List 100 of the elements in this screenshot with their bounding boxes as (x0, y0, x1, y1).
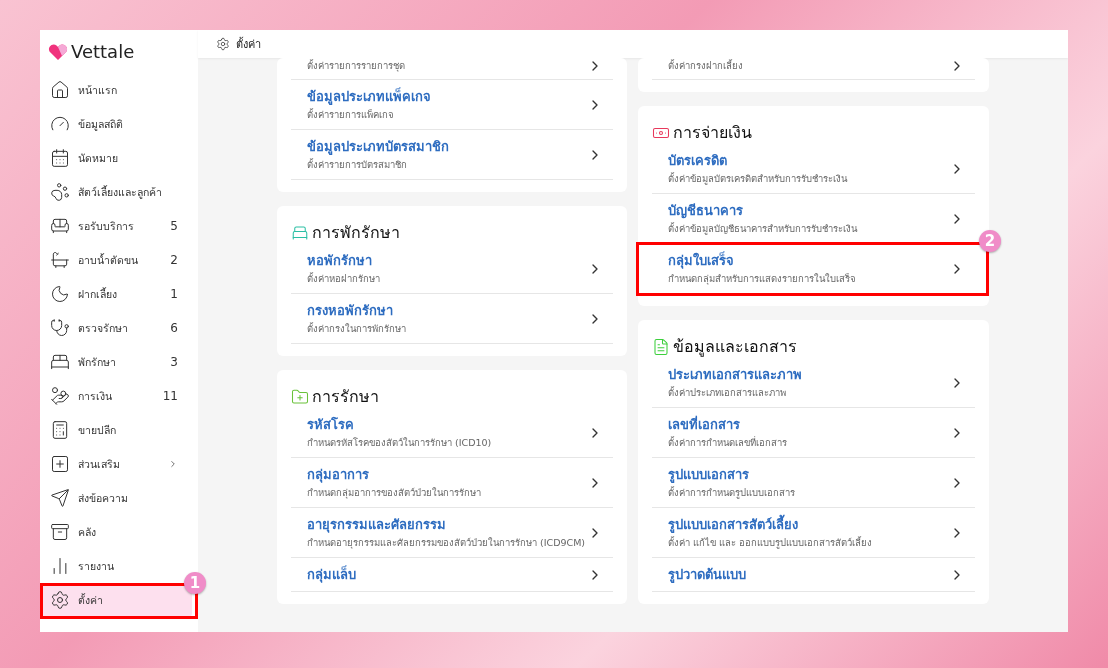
row-title: รูปแบบเอกสารสัตว์เลี้ยง (668, 516, 949, 534)
sidebar-item[interactable]: รอรับบริการ 5 (40, 209, 192, 243)
sidebar-item[interactable]: สัตว์เลี้ยงและลูกค้า (40, 175, 192, 209)
plus-square-icon (50, 454, 70, 474)
settings-row[interactable]: รูปแบบเอกสาร ตั้งค่าการกำหนดรูปแบบเอกสาร (652, 458, 975, 508)
section-title: การพักรักษา (312, 223, 400, 243)
sidebar-item[interactable]: อาบน้ำตัดขน 2 (40, 243, 192, 277)
step-badge: 1 (184, 572, 206, 594)
settings-icon (50, 590, 70, 610)
bed-icon (291, 224, 309, 242)
row-title: อายุรกรรมและศัลยกรรม (307, 516, 447, 534)
sidebar-item[interactable]: ฝากเลี้ยง 1 (40, 277, 192, 311)
sidebar-item[interactable]: นัดหมาย (40, 141, 192, 175)
row-title: หอพักรักษา (307, 252, 373, 270)
settings-row[interactable]: เลขที่เอกสาร ตั้งค่าการกำหนดเลขที่เอกสาร (652, 408, 975, 458)
settings-row[interactable]: ตั้งค่ารายการรายการชุด (291, 58, 613, 80)
brand-name: Vettale (71, 41, 135, 62)
sidebar-label: ส่วนเสริม (78, 456, 121, 472)
row-title: เลขที่เอกสาร (668, 416, 741, 434)
count-label: 5 (170, 219, 178, 233)
settings-row[interactable]: ตั้งค่ากรงฝากเลี้ยง (652, 58, 975, 80)
sidebar-item[interactable]: พักรักษา 3 (40, 345, 192, 379)
sidebar-item[interactable]: ส่งข้อความ (40, 481, 192, 515)
row-title: กลุ่มแล็บ (307, 566, 357, 584)
row-description: ตั้งค่าข้อมูลบัตรเครดิตสำหรับการรับชำระเงิน (668, 172, 849, 186)
row-title: รูปแบบเอกสาร (668, 466, 750, 484)
row-description: ตั้งค่ารายการบัตรสมาชิก (307, 158, 408, 172)
stethoscope-icon (50, 318, 70, 338)
sidebar-label: ขายปลีก (78, 422, 117, 438)
section-title: การจ่ายเงิน (673, 123, 752, 143)
settings-row[interactable]: ข้อมูลประเภทแพ็คเกจ ตั้งค่ารายการแพ็คเกจ (291, 80, 613, 130)
settings-row[interactable]: รูปวาดต้นแบบ (652, 558, 975, 592)
section-title: ข้อมูลและเอกสาร (673, 337, 797, 357)
hand-coins-icon (50, 386, 70, 406)
row-description: ตั้งค่ากรงฝากเลี้ยง (668, 59, 744, 73)
settings-row[interactable]: กลุ่มแล็บ (291, 558, 613, 592)
bathtub-icon (50, 250, 70, 270)
settings-row[interactable]: บัญชีธนาคาร ตั้งค่าข้อมูลบัญชีธนาคารสำหรับการรับชำระเงิน (652, 194, 975, 244)
step-badge: 2 (979, 230, 1001, 252)
sidebar-label: นัดหมาย (78, 150, 119, 166)
sidebar-item[interactable]: ส่วนเสริม (40, 447, 192, 481)
row-title: รหัสโรค (307, 416, 355, 434)
paper-plane-icon (50, 488, 70, 508)
sidebar-label: รายงาน (78, 558, 115, 574)
house-icon (50, 80, 70, 100)
row-title: ประเภทเอกสารและภาพ (668, 366, 803, 384)
row-description: กำหนดกลุ่มสำหรับการแสดงรายการในใบเสร็จ (668, 272, 857, 286)
document-icon (652, 338, 670, 356)
settings-row[interactable]: บัตรเครดิต ตั้งค่าข้อมูลบัตรเครดิตสำหรับการรับชำระเงิน (652, 144, 975, 194)
sidebar-item[interactable]: ขายปลีก (40, 413, 192, 447)
row-description: ตั้งค่าการกำหนดเลขที่เอกสาร (668, 436, 788, 450)
count-label: 1 (170, 287, 178, 301)
settings-row[interactable]: อายุรกรรมและศัลยกรรม กำหนดอายุรกรรมและศัลยกรรมของสัตว์ป่วยในการรักษา (ICD9CM) (291, 508, 613, 558)
sidebar-label: คลัง (78, 524, 97, 540)
sidebar-item[interactable]: การเงิน 11 (40, 379, 192, 413)
sidebar-label: พักรักษา (78, 354, 117, 370)
row-description: ตั้งค่ารายการแพ็คเกจ (307, 108, 395, 122)
sidebar-label: ข้อมูลสถิติ (78, 116, 124, 133)
settings-icon (216, 37, 230, 51)
settings-row[interactable]: กลุ่มอาการ กำหนดกลุ่มอาการของสัตว์ป่วยในการรักษา (291, 458, 613, 508)
moon-icon (50, 284, 70, 304)
page-title: ตั้งค่า (236, 36, 261, 53)
row-title: กลุ่มใบเสร็จ (668, 252, 735, 270)
sidebar-item[interactable]: ตรวจรักษา 6 (40, 311, 192, 345)
settings-row[interactable]: ข้อมูลประเภทบัตรสมาชิก ตั้งค่ารายการบัตรสมาชิก (291, 130, 613, 180)
settings-row[interactable]: กรงหอพักรักษา ตั้งค่ากรงในการพักรักษา (291, 294, 613, 344)
row-description: กำหนดกลุ่มอาการของสัตว์ป่วยในการรักษา (307, 486, 482, 500)
sidebar-label: การเงิน (78, 388, 113, 404)
settings-row[interactable]: รูปแบบเอกสารสัตว์เลี้ยง ตั้งค่า แก้ไข และ ออกแบบรูปแบบเอกสารสัตว์เลี้ยง (652, 508, 975, 558)
count-label: 2 (170, 253, 178, 267)
row-description: ตั้งค่าหอฝากรักษา (307, 272, 381, 286)
folder-plus-icon (291, 388, 309, 406)
sidebar-label: หน้าแรก (78, 82, 118, 98)
settings-row[interactable]: รหัสโรค กำหนดรหัสโรคของสัตว์ในการรักษา (ICD10) (291, 408, 613, 458)
count-label: 11 (162, 389, 178, 403)
sidebar-label: อาบน้ำตัดขน (78, 252, 139, 268)
row-description: ตั้งค่าประเภทเอกสารและภาพ (668, 386, 787, 400)
settings-row[interactable]: หอพักรักษา ตั้งค่าหอฝากรักษา (291, 244, 613, 294)
sofa-icon (50, 216, 70, 236)
row-description: ตั้งค่าการกำหนดรูปแบบเอกสาร (668, 486, 796, 500)
sidebar-item[interactable]: ข้อมูลสถิติ (40, 107, 192, 141)
row-title: บัตรเครดิต (668, 152, 728, 170)
sidebar-label: ฝากเลี้ยง (78, 286, 118, 302)
sidebar-label: ส่งข้อความ (78, 490, 129, 506)
sidebar-label: สัตว์เลี้ยงและลูกค้า (78, 184, 163, 201)
settings-row[interactable]: กลุ่มใบเสร็จ กำหนดกลุ่มสำหรับการแสดงรายการในใบเสร็จ (652, 244, 975, 294)
row-title: ข้อมูลประเภทแพ็คเกจ (307, 88, 432, 106)
section-title: การรักษา (312, 387, 379, 407)
sidebar-item[interactable]: คลัง (40, 515, 192, 549)
row-description: ตั้งค่าข้อมูลบัญชีธนาคารสำหรับการรับชำระเงิน (668, 222, 859, 236)
sidebar-label: ตรวจรักษา (78, 320, 129, 336)
row-title: ข้อมูลประเภทบัตรสมาชิก (307, 138, 450, 156)
row-title: รูปวาดต้นแบบ (668, 566, 747, 584)
row-description: กำหนดอายุรกรรมและศัลยกรรมของสัตว์ป่วยในการรักษา (ICD9CM) (307, 536, 587, 550)
sidebar-label: รอรับบริการ (78, 218, 135, 234)
count-label: 6 (170, 321, 178, 335)
bed-icon (50, 352, 70, 372)
paw-icon (50, 182, 70, 202)
settings-row[interactable]: ประเภทเอกสารและภาพ ตั้งค่าประเภทเอกสารและภาพ (652, 358, 975, 408)
sidebar-item[interactable]: หน้าแรก (40, 73, 192, 107)
